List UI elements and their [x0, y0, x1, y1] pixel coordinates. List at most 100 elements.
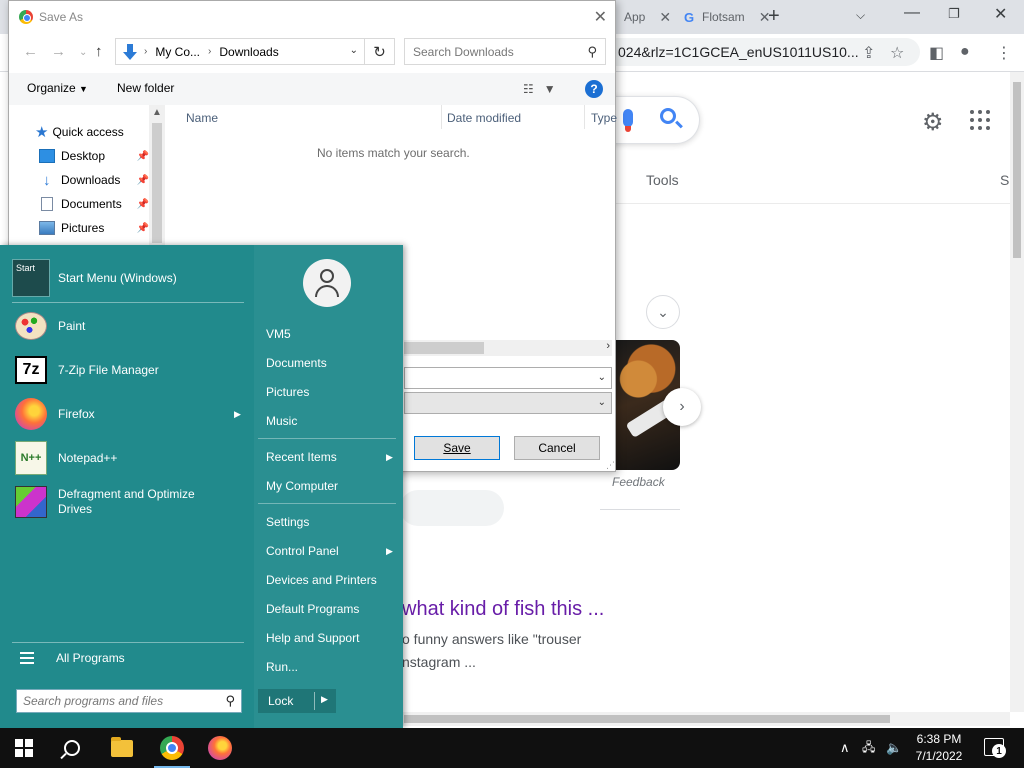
start-right-devices-printers[interactable]: Devices and Printers — [266, 573, 377, 587]
menu-kebab-icon[interactable]: ⋮ — [996, 43, 1012, 63]
shutdown-options-icon[interactable]: ▶ — [321, 694, 328, 705]
new-tab-button[interactable]: + — [768, 5, 780, 28]
start-item-notepadpp[interactable]: N++ Notepad++ — [12, 439, 117, 477]
start-right-default-programs[interactable]: Default Programs — [266, 602, 359, 616]
pin-icon[interactable]: 📌 — [137, 199, 149, 210]
taskbar-search-button[interactable] — [48, 728, 96, 768]
chevron-down-icon[interactable]: ⌄ — [598, 397, 606, 408]
file-list-scrollbar[interactable]: › — [404, 340, 612, 356]
nav-pictures[interactable]: Pictures 📌 — [39, 217, 149, 239]
start-right-username[interactable]: VM5 — [266, 327, 291, 341]
scroll-right-icon[interactable]: › — [606, 340, 610, 352]
tab-flotsam[interactable]: G Flotsam ✕ — [682, 6, 770, 28]
snippet-line: nstagram ... — [402, 654, 476, 670]
start-item-start-menu[interactable]: Start Start Menu (Windows) — [12, 259, 177, 297]
start-right-control-panel[interactable]: Control Panel ▶ — [266, 544, 393, 558]
start-button[interactable] — [0, 728, 48, 768]
nav-documents[interactable]: Documents 📌 — [39, 193, 149, 215]
search-programs-input[interactable]: Search programs and files ⚲ — [16, 689, 242, 713]
start-right-recent-items[interactable]: Recent Items ▶ — [266, 450, 393, 464]
chevron-down-icon[interactable]: ⌄ — [350, 45, 358, 56]
search-icon[interactable] — [660, 108, 676, 124]
nav-downloads[interactable]: ↓ Downloads 📌 — [39, 169, 149, 191]
start-item-firefox[interactable]: Firefox — [12, 395, 95, 433]
taskbar-firefox[interactable] — [196, 728, 244, 768]
nav-desktop[interactable]: Desktop 📌 — [39, 145, 149, 167]
cancel-button[interactable]: Cancel — [514, 436, 600, 460]
pin-icon[interactable]: 📌 — [137, 223, 149, 234]
save-button[interactable]: Save — [414, 436, 500, 460]
network-icon[interactable]: 🖧 — [862, 728, 875, 768]
close-icon[interactable]: ✕ — [659, 9, 671, 26]
all-programs-button[interactable]: All Programs — [20, 651, 125, 665]
profile-icon[interactable]: ● — [960, 43, 970, 61]
address-breadcrumb[interactable]: › My Co... › Downloads ⌄ — [115, 38, 365, 65]
start-right-my-computer[interactable]: My Computer — [266, 479, 338, 493]
up-arrow-icon[interactable]: ↑ — [95, 43, 103, 60]
refresh-button[interactable]: ↻ — [365, 38, 395, 65]
chevron-down-icon[interactable]: ⌄ — [598, 372, 606, 383]
expand-chevron-button[interactable]: ⌄ — [646, 295, 680, 329]
start-right-settings[interactable]: Settings — [266, 515, 309, 529]
show-hidden-icons-icon[interactable]: ∧ — [840, 728, 850, 768]
system-clock[interactable]: 6:38 PM 7/1/2022 — [908, 731, 970, 765]
start-item-7zip[interactable]: 7z 7-Zip File Manager — [12, 351, 159, 389]
close-window-icon[interactable]: ✕ — [994, 4, 1007, 24]
settings-gear-icon[interactable]: ⚙ — [922, 108, 944, 137]
recent-dropdown-icon[interactable]: ⌄ — [79, 47, 87, 58]
firefox-icon — [208, 736, 232, 760]
user-avatar[interactable] — [303, 259, 351, 307]
start-right-run[interactable]: Run... — [266, 660, 298, 674]
nav-quick-access[interactable]: ★ Quick access — [35, 121, 149, 143]
help-icon[interactable]: ? — [585, 80, 603, 98]
volume-icon[interactable]: 🔈 — [886, 728, 902, 768]
start-right-help-support[interactable]: Help and Support — [266, 631, 359, 645]
pin-icon[interactable]: 📌 — [137, 175, 149, 186]
feedback-link[interactable]: Feedback — [612, 475, 665, 489]
start-right-documents[interactable]: Documents — [266, 356, 327, 370]
related-chip[interactable] — [400, 490, 504, 526]
vertical-scrollbar[interactable] — [1010, 72, 1024, 712]
side-panel-icon[interactable]: ◧ — [929, 43, 944, 63]
scroll-up-icon[interactable]: ▲ — [152, 107, 162, 118]
start-item-paint[interactable]: Paint — [12, 307, 85, 345]
result-title-link[interactable]: what kind of fish this ... — [402, 598, 604, 621]
chevron-right-icon[interactable]: › — [144, 46, 147, 57]
tab-app[interactable]: App ✕ — [624, 6, 671, 28]
microphone-icon[interactable] — [623, 109, 633, 132]
minimize-icon[interactable]: — — [904, 4, 920, 22]
back-arrow-icon[interactable]: ← — [23, 43, 38, 60]
navigation-scrollbar[interactable]: ▲ — [149, 105, 165, 245]
new-folder-button[interactable]: New folder — [117, 81, 174, 95]
forward-arrow-icon[interactable]: → — [51, 43, 66, 60]
tools-tab[interactable]: Tools — [646, 172, 679, 188]
file-name-field[interactable]: ⌄ — [404, 367, 612, 389]
save-as-type-select[interactable]: ⌄ — [404, 392, 612, 414]
carousel-next-button[interactable]: › — [663, 388, 701, 426]
share-icon[interactable]: ⇪ — [862, 43, 875, 63]
close-icon[interactable]: ✕ — [594, 7, 607, 27]
start-right-music[interactable]: Music — [266, 414, 297, 428]
resize-grip-icon[interactable]: ⋰ — [606, 460, 615, 471]
view-options-icon[interactable]: ☷ ▼ — [523, 82, 556, 96]
taskbar-chrome[interactable] — [148, 728, 196, 768]
column-name[interactable]: Name — [186, 111, 218, 125]
pin-icon[interactable]: 📌 — [137, 151, 149, 162]
bookmark-star-icon[interactable]: ☆ — [890, 43, 904, 63]
organize-button[interactable]: Organize ▼ — [27, 81, 88, 95]
taskbar-file-explorer[interactable] — [98, 728, 146, 768]
breadcrumb-item[interactable]: Downloads — [219, 45, 278, 59]
search-downloads-input[interactable]: Search Downloads ⚲ — [404, 38, 606, 65]
safesearch-tab[interactable]: S — [1000, 172, 1009, 188]
start-right-pictures[interactable]: Pictures — [266, 385, 309, 399]
chevron-right-icon[interactable]: › — [208, 46, 211, 57]
submenu-arrow-icon[interactable]: ▶ — [234, 409, 241, 420]
tab-search-icon[interactable]: ⌵ — [856, 8, 865, 23]
google-apps-icon[interactable] — [970, 110, 990, 130]
column-type[interactable]: Type — [591, 111, 617, 125]
restore-icon[interactable]: ❐ — [948, 6, 960, 22]
breadcrumb-item[interactable]: My Co... — [155, 45, 200, 59]
column-date-modified[interactable]: Date modified — [447, 111, 521, 125]
start-item-defrag[interactable]: Defragment and Optimize Drives — [12, 483, 212, 521]
lock-button[interactable]: Lock ▶ — [258, 689, 336, 713]
